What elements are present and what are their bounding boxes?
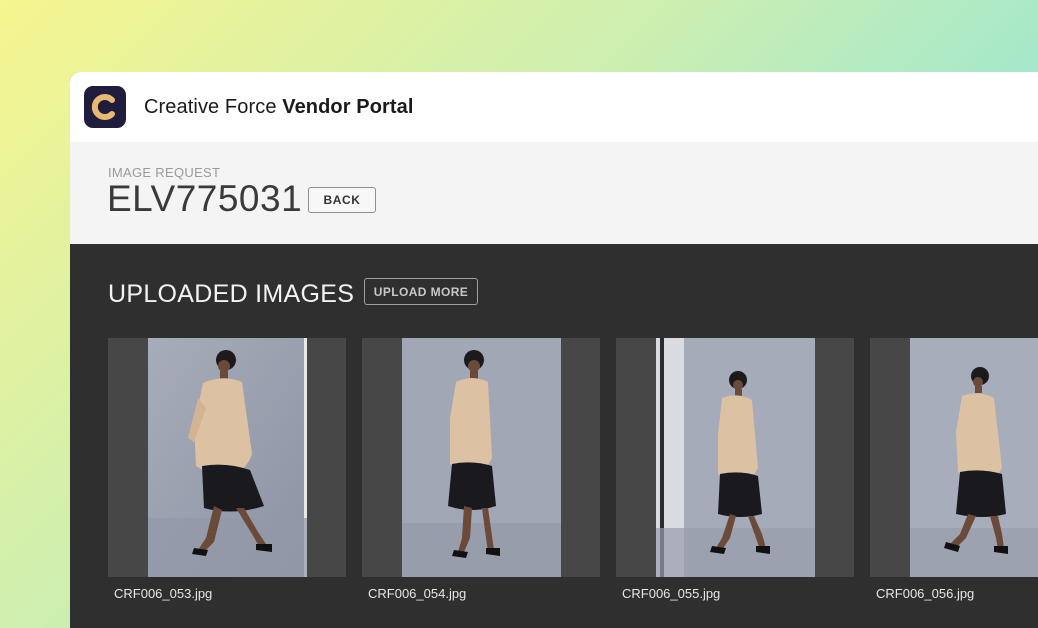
- image-filename: CRF006_054.jpg: [368, 586, 467, 601]
- upload-more-button[interactable]: UPLOAD MORE: [364, 278, 478, 305]
- image-tile[interactable]: CRF006_055.jpg: [616, 338, 854, 601]
- app-title: Creative Force Vendor Portal: [144, 96, 414, 119]
- section-title: UPLOADED IMAGES: [108, 280, 355, 308]
- app-title-bold: Vendor Portal: [282, 95, 414, 118]
- image-thumbnail[interactable]: [362, 338, 600, 577]
- app-title-prefix: Creative Force: [144, 95, 277, 118]
- image-tile[interactable]: CRF006_056.jpg: [870, 338, 1038, 601]
- image-tile[interactable]: CRF006_053.jpg: [108, 338, 346, 601]
- request-header: IMAGE REQUEST ELV775031 BACK: [70, 142, 1038, 244]
- image-thumbnail[interactable]: [870, 338, 1038, 577]
- model-photo-image: [148, 338, 307, 577]
- top-bar: Creative Force Vendor Portal: [70, 72, 1038, 142]
- model-photo-image: [910, 338, 1038, 577]
- vendor-portal-window: Creative Force Vendor Portal IMAGE REQUE…: [70, 72, 1038, 628]
- back-button[interactable]: BACK: [308, 187, 376, 213]
- request-id: ELV775031: [107, 178, 303, 219]
- model-photo-image: [402, 338, 561, 577]
- model-photo-image: [656, 338, 815, 577]
- image-filename: CRF006_055.jpg: [622, 586, 721, 601]
- image-filename: CRF006_056.jpg: [876, 586, 975, 601]
- uploaded-images-section: UPLOADED IMAGES UPLOAD MORE CRF006_053.j…: [70, 244, 1038, 628]
- image-filename: CRF006_053.jpg: [114, 586, 213, 601]
- image-thumbnail[interactable]: [108, 338, 346, 577]
- image-thumbnail[interactable]: [616, 338, 854, 577]
- creative-force-logo-icon[interactable]: [84, 86, 126, 128]
- image-tile[interactable]: CRF006_054.jpg: [362, 338, 600, 601]
